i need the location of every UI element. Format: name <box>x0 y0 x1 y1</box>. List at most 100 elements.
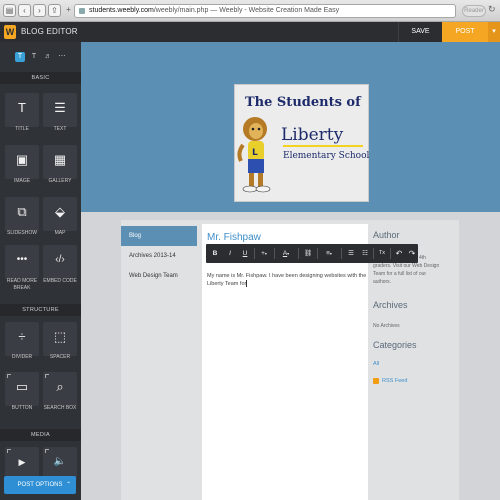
button-icon: ▭ <box>15 379 29 394</box>
archives-text: No Archives <box>373 323 400 329</box>
chevron-down-icon: ▾ <box>329 251 332 256</box>
numbered-list-button[interactable]: ☷ <box>358 244 372 263</box>
element-map-label: MAP <box>54 230 66 236</box>
element-image[interactable]: ▣ <box>5 145 39 179</box>
site-header: The Students of L Liberty Elementary Sch… <box>81 42 500 212</box>
clear-format-icon: Tx <box>378 250 386 256</box>
element-embed-code[interactable]: ‹/› <box>43 245 77 279</box>
element-slideshow[interactable]: ⧉ <box>5 197 39 231</box>
svg-text:L: L <box>252 148 258 158</box>
element-title-label: TITLE <box>15 126 29 132</box>
elements-sidebar: T T ♬ ⋯ BASIC T TITLE ☰ TEXT ▣ IMAGE ▦ G… <box>0 42 81 500</box>
element-divider-label: DIVIDER <box>11 354 33 360</box>
sidebar-tabs: T T ♬ ⋯ <box>0 42 81 70</box>
categories-heading: Categories <box>373 340 417 350</box>
post-dropdown-icon[interactable]: ▾ <box>488 22 500 42</box>
element-divider[interactable]: ÷ <box>5 322 39 356</box>
text-format-toolbar: B I U +▾ A▾ ⛓ ≡▾ ☰ ☷ Tx ↶ ↷ <box>206 244 418 263</box>
tab-blog-elements[interactable]: T <box>29 52 39 62</box>
section-basic: BASIC <box>0 72 81 84</box>
underline-button[interactable]: U <box>238 244 252 263</box>
tab-more-elements[interactable]: ⋯ <box>57 52 67 62</box>
archives-heading: Archives <box>373 300 408 310</box>
bulleted-list-icon: ☰ <box>348 250 354 257</box>
chevron-up-icon: ⌃ <box>65 482 71 488</box>
spacer-icon: ⬚ <box>53 329 67 344</box>
clear-format-button[interactable]: Tx <box>375 244 389 263</box>
video-icon: ▶ <box>18 457 26 467</box>
sidebar-toggle-icon[interactable]: ▤ <box>3 4 16 17</box>
link-icon: ⛓ <box>303 250 313 257</box>
site-banner-image[interactable]: The Students of L Liberty Elementary Sch… <box>234 84 369 202</box>
element-map[interactable]: ⬙ <box>43 197 77 231</box>
weebly-logo[interactable]: W <box>4 25 16 39</box>
nav-item-web-design-team[interactable]: Web Design Team <box>121 266 197 286</box>
element-button[interactable]: ▭ <box>5 372 39 406</box>
tab-media-elements[interactable]: ♬ <box>43 52 53 62</box>
author-heading: Author <box>373 230 400 240</box>
element-spacer-label: SPACER <box>49 354 71 360</box>
bulleted-list-button[interactable]: ☰ <box>344 244 358 263</box>
element-search-box-label: SEARCH BOX <box>43 405 77 411</box>
toolbar-divider <box>254 248 255 259</box>
tab-text-elements[interactable]: T <box>15 52 25 62</box>
post-options-button[interactable]: POST OPTIONS ⌃ <box>4 476 76 494</box>
address-bar[interactable]: students.weebly.com/weebly/main.php — We… <box>74 4 456 18</box>
browser-toolbar: ▤ ‹ › ⇪ + students.weebly.com/weebly/mai… <box>0 0 500 22</box>
element-image-label: IMAGE <box>13 178 31 184</box>
back-icon[interactable]: ‹ <box>18 4 31 17</box>
element-title[interactable]: T <box>5 93 39 127</box>
save-button[interactable]: SAVE <box>398 22 442 42</box>
align-button[interactable]: ≡▾ <box>320 244 338 263</box>
banner-line-1: The Students of <box>245 95 361 110</box>
undo-icon: ↶ <box>395 249 403 258</box>
url-path: /weebly/main.php — Weebly - Website Crea… <box>153 7 340 14</box>
element-embed-code-label: EMBED CODE <box>43 278 77 284</box>
nav-item-archives[interactable]: Archives 2013-14 <box>121 246 197 266</box>
element-read-more-break[interactable]: ••• <box>5 245 39 279</box>
site-canvas: The Students of L Liberty Elementary Sch… <box>81 42 500 500</box>
font-color-button[interactable]: A▾ <box>277 244 295 263</box>
divider-icon: ÷ <box>18 329 26 344</box>
reader-button[interactable]: Reader <box>462 5 486 17</box>
share-icon[interactable]: ⇪ <box>48 4 61 17</box>
undo-button[interactable]: ↶ <box>392 244 406 263</box>
forward-icon[interactable]: › <box>33 4 46 17</box>
author-text: graders. Visit our Web Design Team for a… <box>373 263 440 285</box>
slideshow-icon: ⧉ <box>17 204 27 219</box>
premium-corner-icon <box>7 374 11 378</box>
post-button[interactable]: POST <box>442 22 488 42</box>
bold-button[interactable]: B <box>208 244 222 263</box>
redo-button[interactable]: ↷ <box>405 244 419 263</box>
toolbar-divider <box>341 248 342 259</box>
code-icon: ‹/› <box>55 254 65 265</box>
element-button-label: BUTTON <box>11 405 33 411</box>
element-search-box[interactable]: ⌕ <box>43 372 77 406</box>
element-gallery[interactable]: ▦ <box>43 145 77 179</box>
add-button[interactable]: +▾ <box>257 244 271 263</box>
rss-feed-link[interactable]: RSS Feed <box>382 378 407 384</box>
search-icon: ⌕ <box>56 379 64 394</box>
read-more-icon: ••• <box>16 254 28 265</box>
gallery-icon: ▦ <box>53 152 67 167</box>
toolbar-divider <box>274 248 275 259</box>
element-spacer[interactable]: ⬚ <box>43 322 77 356</box>
category-all-link[interactable]: All <box>373 361 379 367</box>
link-button[interactable]: ⛓ <box>301 244 315 263</box>
rss-icon <box>373 378 379 384</box>
toolbar-divider <box>390 248 391 259</box>
toolbar-divider <box>317 248 318 259</box>
italic-button[interactable]: I <box>223 244 237 263</box>
url-host: students.weebly.com <box>89 7 154 14</box>
element-text[interactable]: ☰ <box>43 93 77 127</box>
post-body-field[interactable]: My name is Mr. Fishpaw. I have been desi… <box>207 272 367 288</box>
section-structure: STRUCTURE <box>0 304 81 316</box>
author-text-top: 4th <box>419 255 426 261</box>
toolbar-divider <box>298 248 299 259</box>
text-cursor <box>246 280 248 288</box>
nav-item-blog[interactable]: Blog <box>121 226 197 246</box>
map-icon: ⬙ <box>55 204 65 219</box>
chevron-down-icon: ▾ <box>287 251 290 256</box>
reload-icon[interactable]: ↻ <box>488 4 499 17</box>
text-icon: ☰ <box>54 100 66 115</box>
